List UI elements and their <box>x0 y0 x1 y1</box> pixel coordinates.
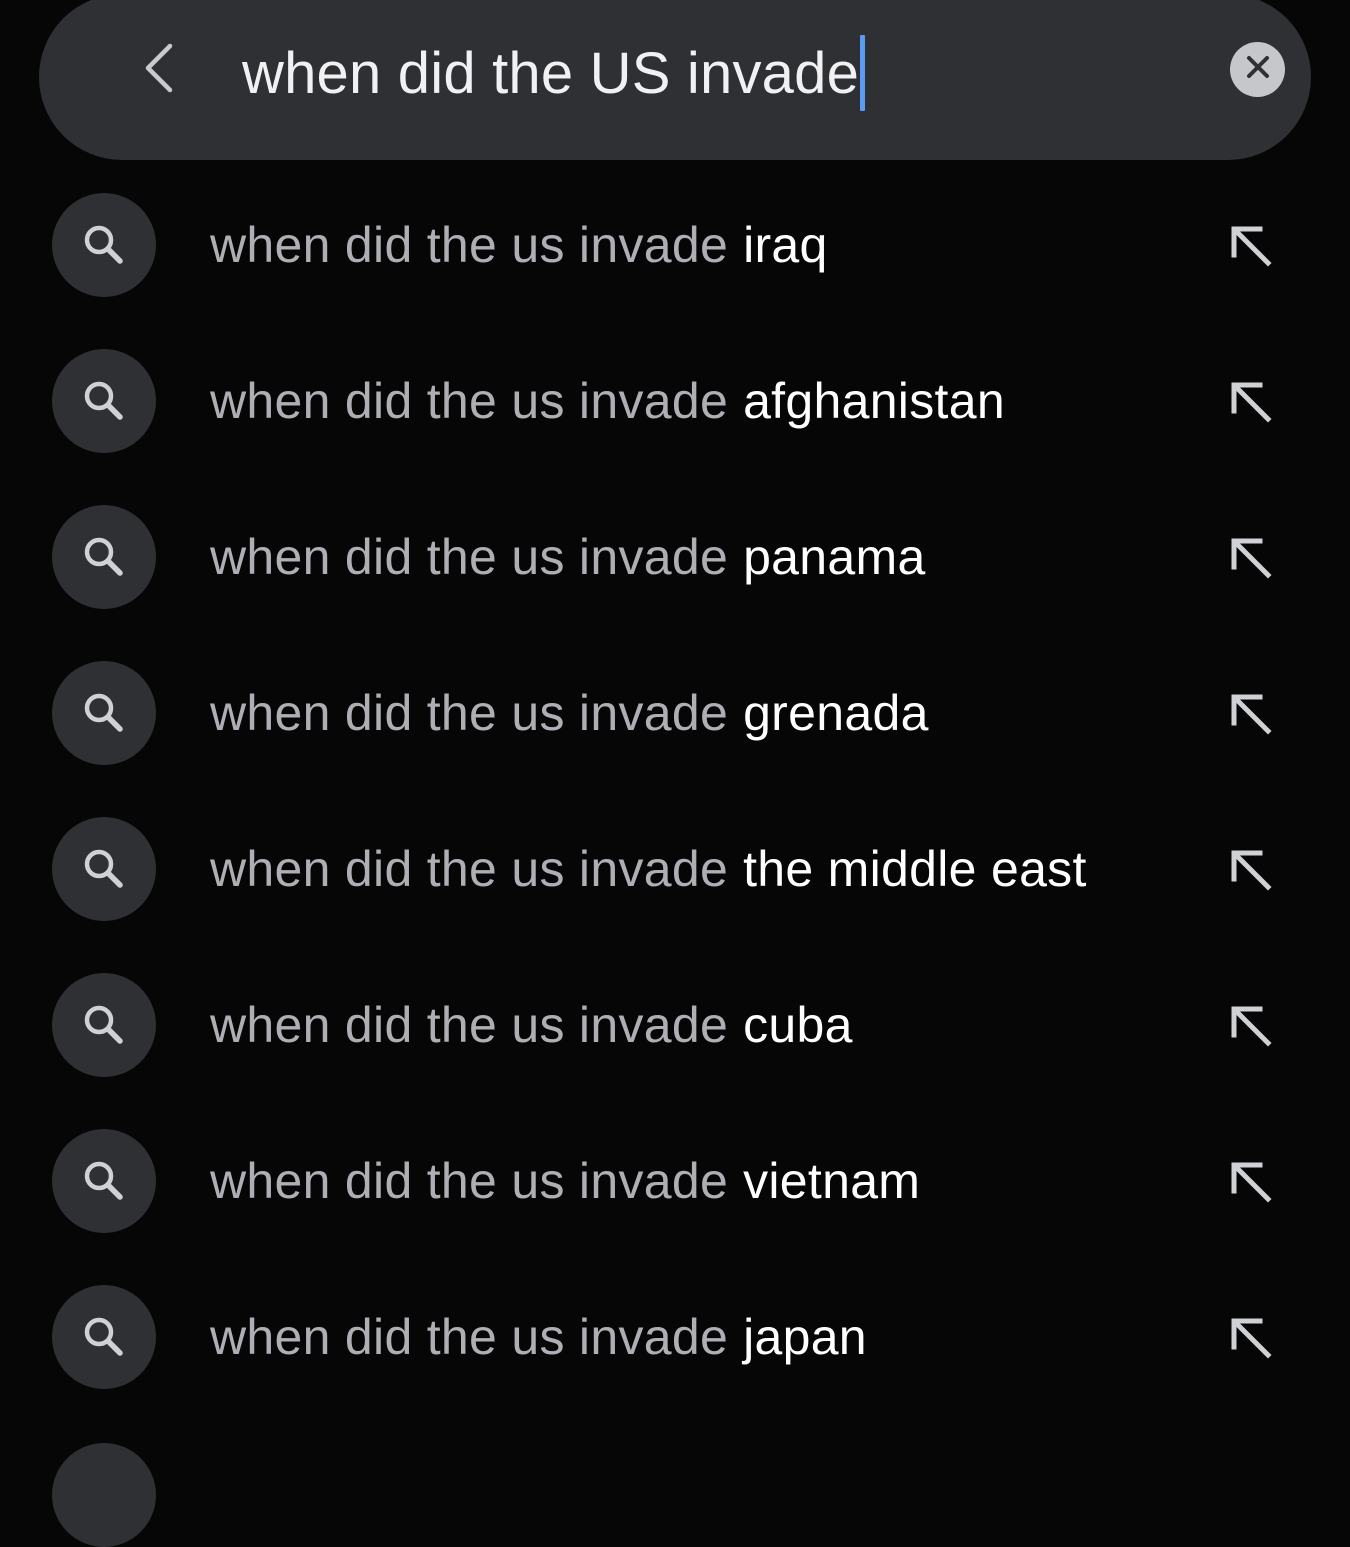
arrow-up-left-icon <box>1226 1313 1274 1366</box>
suggestion-row[interactable]: when did the us invade panama <box>0 479 1350 635</box>
search-icon <box>52 1285 156 1389</box>
search-icon <box>52 1129 156 1233</box>
close-icon <box>1245 54 1271 85</box>
arrow-up-left-icon <box>1226 1157 1274 1210</box>
suggestion-prefix: when did the us invade <box>210 373 729 429</box>
suggestion-row-partial[interactable] <box>52 1443 156 1547</box>
suggestion-row[interactable]: when did the us invade grenada <box>0 635 1350 791</box>
arrow-up-left-icon <box>1226 377 1274 430</box>
search-icon <box>52 193 156 297</box>
suggestion-text[interactable]: when did the us invade vietnam <box>210 1103 920 1259</box>
clear-button[interactable] <box>1230 42 1285 97</box>
fill-query-button[interactable] <box>1218 215 1282 279</box>
back-button[interactable] <box>131 42 187 98</box>
arrow-up-left-icon <box>1226 221 1274 274</box>
arrow-up-left-icon <box>1226 533 1274 586</box>
suggestion-completion: panama <box>743 529 926 585</box>
suggestion-row[interactable]: when did the us invade afghanistan <box>0 323 1350 479</box>
arrow-up-left-icon <box>1226 1001 1274 1054</box>
suggestion-prefix: when did the us invade <box>210 997 729 1053</box>
fill-query-button[interactable] <box>1218 1151 1282 1215</box>
suggestion-completion: japan <box>743 1309 867 1365</box>
suggestion-text[interactable]: when did the us invade iraq <box>210 167 828 323</box>
suggestion-completion: iraq <box>743 217 828 273</box>
suggestion-row[interactable]: when did the us invade iraq <box>0 167 1350 323</box>
search-icon <box>52 349 156 453</box>
suggestion-row[interactable]: when did the us invade cuba <box>0 947 1350 1103</box>
search-input[interactable]: when did the US invade <box>242 34 866 112</box>
fill-query-button[interactable] <box>1218 839 1282 903</box>
fill-query-button[interactable] <box>1218 527 1282 591</box>
suggestion-text[interactable]: when did the us invade panama <box>210 479 926 635</box>
suggestion-completion: vietnam <box>743 1153 921 1209</box>
suggestion-text[interactable]: when did the us invade japan <box>210 1259 867 1415</box>
suggestion-text[interactable]: when did the us invade grenada <box>210 635 929 791</box>
suggestion-prefix: when did the us invade <box>210 1309 729 1365</box>
suggestion-prefix: when did the us invade <box>210 1153 729 1209</box>
search-icon <box>52 505 156 609</box>
chevron-left-icon <box>142 42 176 99</box>
arrow-up-left-icon <box>1226 689 1274 742</box>
suggestion-text[interactable]: when did the us invade the middle east <box>210 791 1087 947</box>
search-icon <box>52 661 156 765</box>
suggestion-prefix: when did the us invade <box>210 841 729 897</box>
text-caret <box>860 35 866 111</box>
suggestion-prefix: when did the us invade <box>210 529 729 585</box>
search-icon <box>52 973 156 1077</box>
search-bar: when did the US invade <box>39 0 1311 160</box>
fill-query-button[interactable] <box>1218 995 1282 1059</box>
suggestion-row[interactable]: when did the us invade japan <box>0 1259 1350 1415</box>
suggestion-completion: afghanistan <box>743 373 1005 429</box>
search-icon <box>52 817 156 921</box>
suggestion-row[interactable]: when did the us invade vietnam <box>0 1103 1350 1259</box>
fill-query-button[interactable] <box>1218 1307 1282 1371</box>
fill-query-button[interactable] <box>1218 371 1282 435</box>
suggestion-text[interactable]: when did the us invade afghanistan <box>210 323 1005 479</box>
search-query-text[interactable]: when did the US invade <box>242 40 859 107</box>
suggestion-prefix: when did the us invade <box>210 217 729 273</box>
suggestion-prefix: when did the us invade <box>210 685 729 741</box>
suggestion-text[interactable]: when did the us invade cuba <box>210 947 853 1103</box>
arrow-up-left-icon <box>1226 845 1274 898</box>
suggestion-completion: the middle east <box>743 841 1087 897</box>
suggestion-completion: grenada <box>743 685 929 741</box>
suggestion-row[interactable]: when did the us invade the middle east <box>0 791 1350 947</box>
fill-query-button[interactable] <box>1218 683 1282 747</box>
suggestion-completion: cuba <box>743 997 853 1053</box>
